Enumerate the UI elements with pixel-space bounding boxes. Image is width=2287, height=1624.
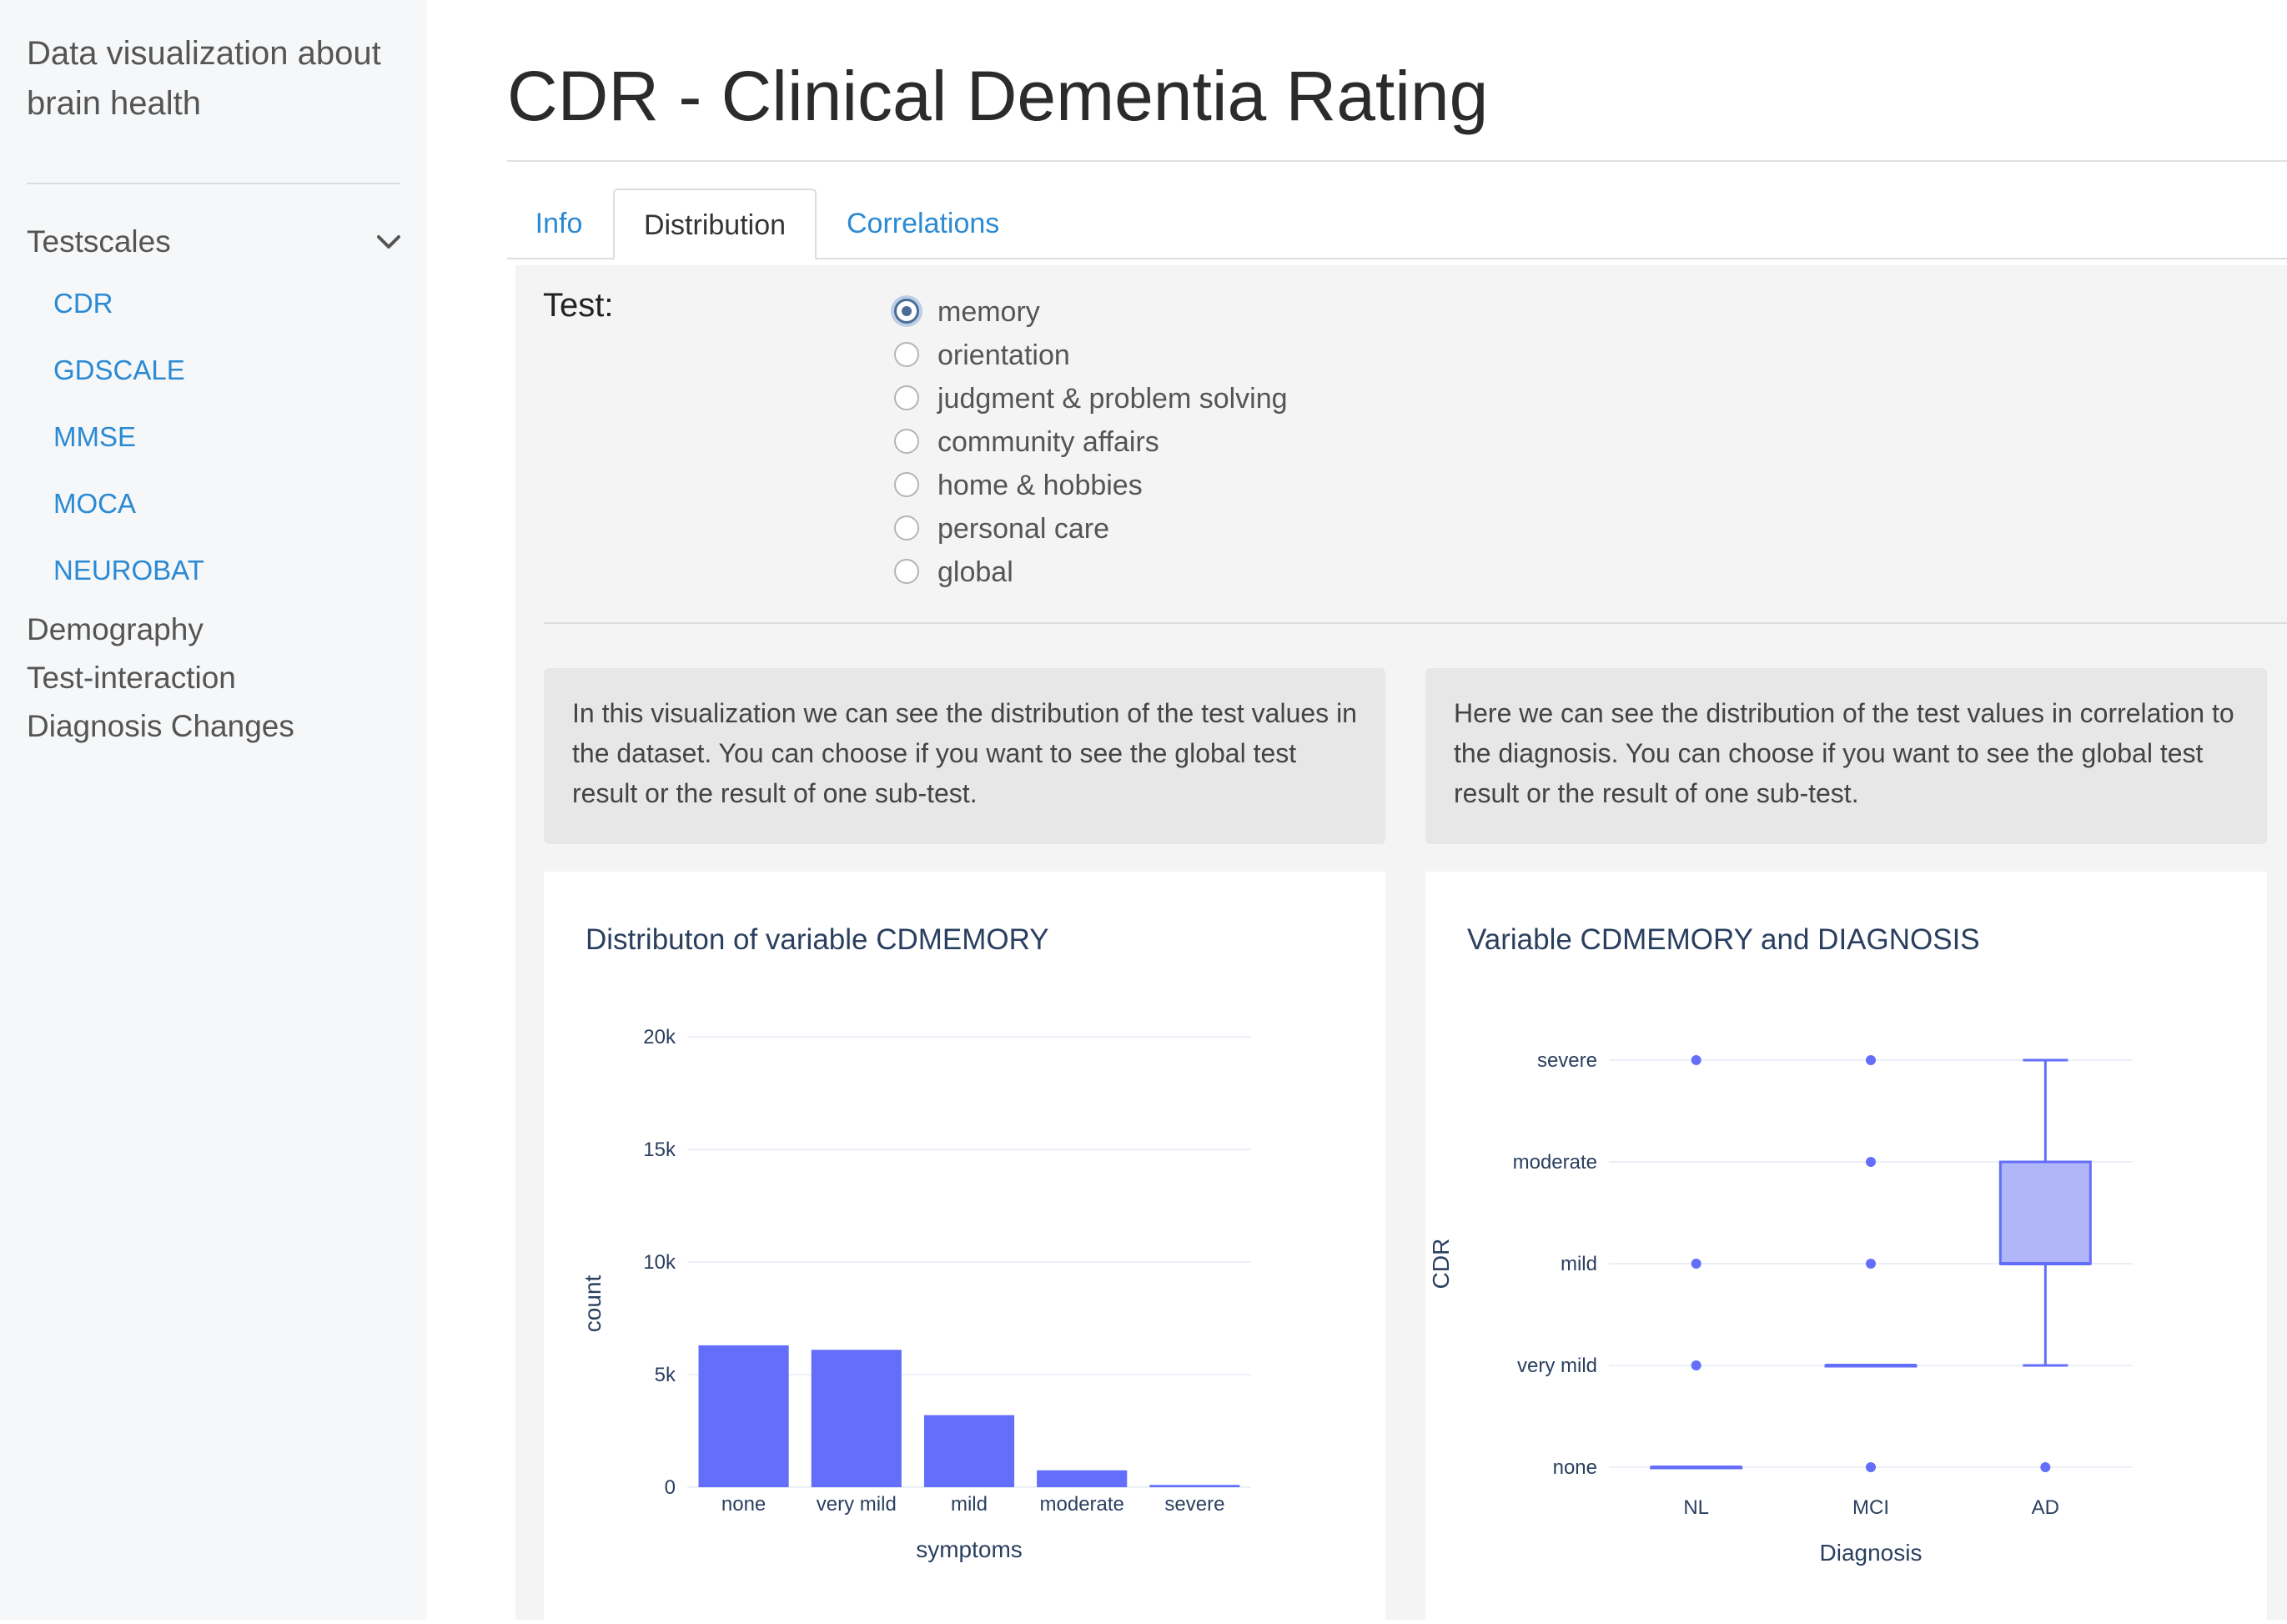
description-right: Here we can see the distribution of the … bbox=[1425, 668, 2267, 844]
bar bbox=[1149, 1485, 1240, 1487]
y-tick-label: 10k bbox=[643, 1251, 676, 1274]
y-tick-label: moderate bbox=[1513, 1151, 1597, 1174]
radio-label: home & hobbies bbox=[937, 470, 1143, 501]
outlier-point bbox=[1691, 1360, 1701, 1370]
sidebar-item-mmse[interactable]: MMSE bbox=[53, 417, 136, 457]
box-chart: none very mild mild moderate severe NL MCI AD Di… bbox=[1428, 1049, 2133, 1566]
x-axis-label: Diagnosis bbox=[1820, 1540, 1923, 1566]
tab-info[interactable]: Info bbox=[507, 189, 611, 259]
bar-chart: 0 5k 10k 15k 20k none very mild mild moderate sev… bbox=[580, 1026, 1251, 1562]
chevron-down-icon[interactable] bbox=[370, 219, 407, 265]
radio-button[interactable] bbox=[894, 559, 919, 584]
radio-label: personal care bbox=[937, 513, 1110, 545]
tab-correlations[interactable]: Correlations bbox=[820, 189, 1205, 259]
y-axis-label: CDR bbox=[1428, 1239, 1454, 1290]
tab-bar: Info Distribution Correlations bbox=[507, 189, 2287, 260]
page-title: CDR - Clinical Dementia Rating bbox=[507, 57, 1489, 135]
sidebar-section-testscales[interactable]: Testscales bbox=[27, 219, 407, 265]
bar bbox=[1037, 1470, 1128, 1487]
radio-button[interactable] bbox=[894, 429, 919, 454]
outlier-point bbox=[1866, 1259, 1876, 1269]
y-tick-label: 20k bbox=[643, 1026, 676, 1048]
box bbox=[1998, 1160, 2092, 1265]
x-tick-label: moderate bbox=[1040, 1493, 1124, 1516]
description-left: In this visualization we can see the dis… bbox=[544, 668, 1385, 844]
x-tick-label: mild bbox=[951, 1493, 988, 1516]
outlier-point bbox=[1691, 1055, 1701, 1065]
y-tick-label: severe bbox=[1537, 1049, 1597, 1072]
y-tick-label: none bbox=[1553, 1456, 1597, 1479]
sidebar-item-cdr[interactable]: CDR bbox=[53, 284, 113, 324]
title-divider bbox=[507, 160, 2287, 162]
brand-title: Data visualization about brain health bbox=[27, 35, 381, 122]
outlier-point bbox=[1866, 1055, 1876, 1065]
outlier-point bbox=[1691, 1259, 1701, 1269]
sidebar-item-demography[interactable]: Demography bbox=[27, 608, 204, 651]
y-tick-label: very mild bbox=[1517, 1355, 1597, 1377]
radio-button[interactable] bbox=[894, 342, 919, 367]
y-tick-label: 15k bbox=[643, 1139, 676, 1161]
sidebar-item-test-interaction[interactable]: Test-interaction bbox=[27, 656, 236, 700]
radio-label: orientation bbox=[937, 339, 1070, 371]
radio-label: memory bbox=[937, 296, 1040, 328]
y-tick-label: mild bbox=[1561, 1253, 1597, 1275]
x-axis-label: symptoms bbox=[916, 1536, 1023, 1562]
sidebar-item-moca[interactable]: MOCA bbox=[53, 484, 136, 524]
sidebar-section-label: Testscales bbox=[27, 224, 171, 259]
sidebar-item-gdscale[interactable]: GDSCALE bbox=[53, 350, 185, 390]
x-tick-label: none bbox=[721, 1493, 766, 1516]
sidebar-item-diagnosis-changes[interactable]: Diagnosis Changes bbox=[27, 705, 294, 748]
radio-label: global bbox=[937, 556, 1013, 588]
bar bbox=[698, 1345, 789, 1487]
x-tick-label: MCI bbox=[1852, 1496, 1889, 1519]
outlier-point bbox=[2040, 1462, 2051, 1472]
x-tick-label: AD bbox=[2032, 1496, 2059, 1519]
panel-divider bbox=[544, 622, 2287, 624]
y-tick-label: 5k bbox=[655, 1364, 676, 1386]
tab-distribution[interactable]: Distribution bbox=[613, 189, 817, 260]
bar-chart-card: Distributon of variable CDMEMORY 0 5k 10k 1… bbox=[544, 872, 1385, 1620]
radio-label: judgment & problem solving bbox=[937, 383, 1288, 415]
y-axis-label: count bbox=[580, 1275, 606, 1333]
bar bbox=[923, 1415, 1015, 1487]
x-tick-label: severe bbox=[1164, 1493, 1224, 1516]
x-tick-label: very mild bbox=[817, 1493, 897, 1516]
box-chart-title: Variable CDMEMORY and DIAGNOSIS bbox=[1467, 923, 1980, 956]
radio-button[interactable] bbox=[894, 472, 919, 497]
radio-button-checked[interactable] bbox=[894, 299, 919, 324]
sidebar: Data visualization about brain health Te… bbox=[0, 0, 427, 1620]
box-chart-card: Variable CDMEMORY and DIAGNOSIS none very… bbox=[1425, 872, 2267, 1620]
x-tick-label: NL bbox=[1683, 1496, 1709, 1519]
bar bbox=[811, 1350, 902, 1487]
y-tick-label: 0 bbox=[665, 1476, 676, 1499]
radio-label: community affairs bbox=[937, 426, 1159, 458]
radio-button[interactable] bbox=[894, 515, 919, 540]
sidebar-divider bbox=[27, 183, 400, 184]
outlier-point bbox=[1866, 1462, 1876, 1472]
test-label: Test: bbox=[543, 287, 614, 324]
outlier-point bbox=[1866, 1157, 1876, 1167]
bar-chart-title: Distributon of variable CDMEMORY bbox=[586, 923, 1049, 956]
sidebar-item-neurobat[interactable]: NEUROBAT bbox=[53, 551, 204, 591]
radio-button[interactable] bbox=[894, 385, 919, 410]
